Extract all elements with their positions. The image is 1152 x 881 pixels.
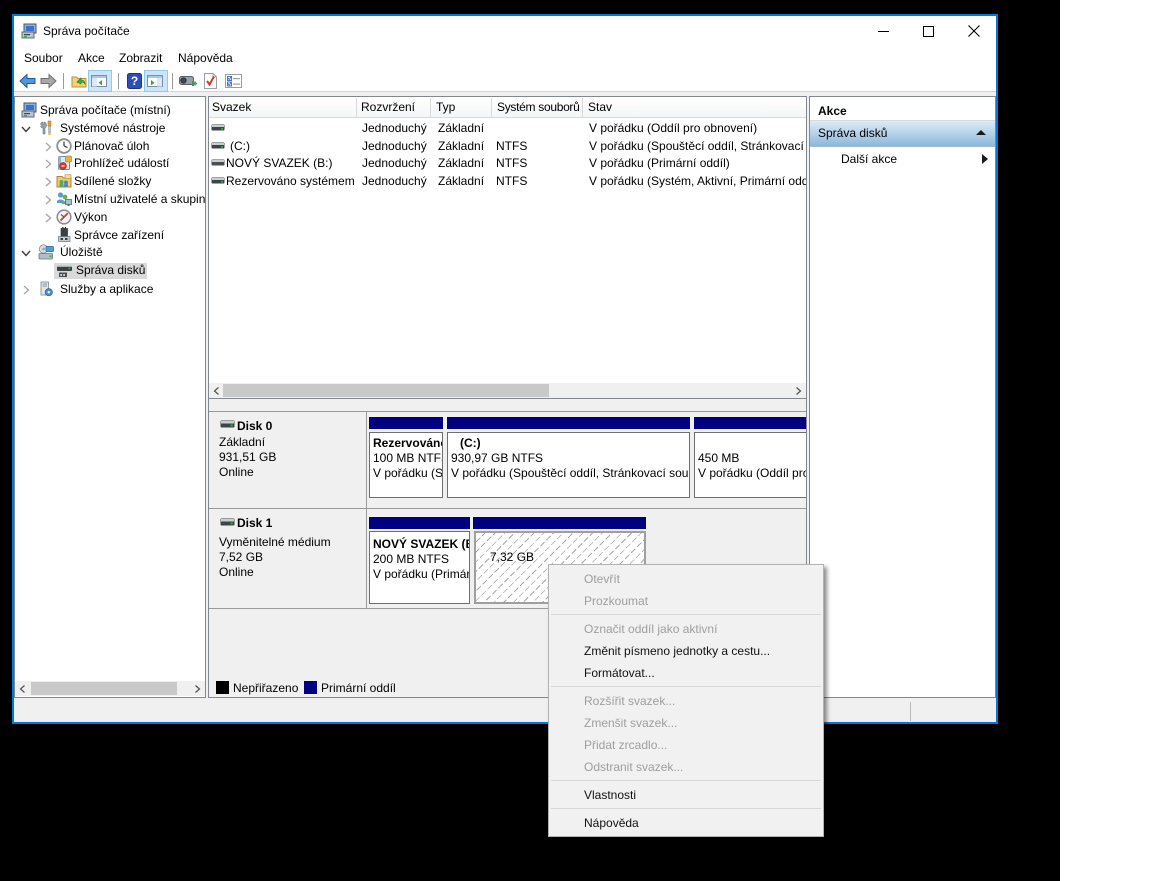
svg-text:?: ? <box>131 74 138 88</box>
